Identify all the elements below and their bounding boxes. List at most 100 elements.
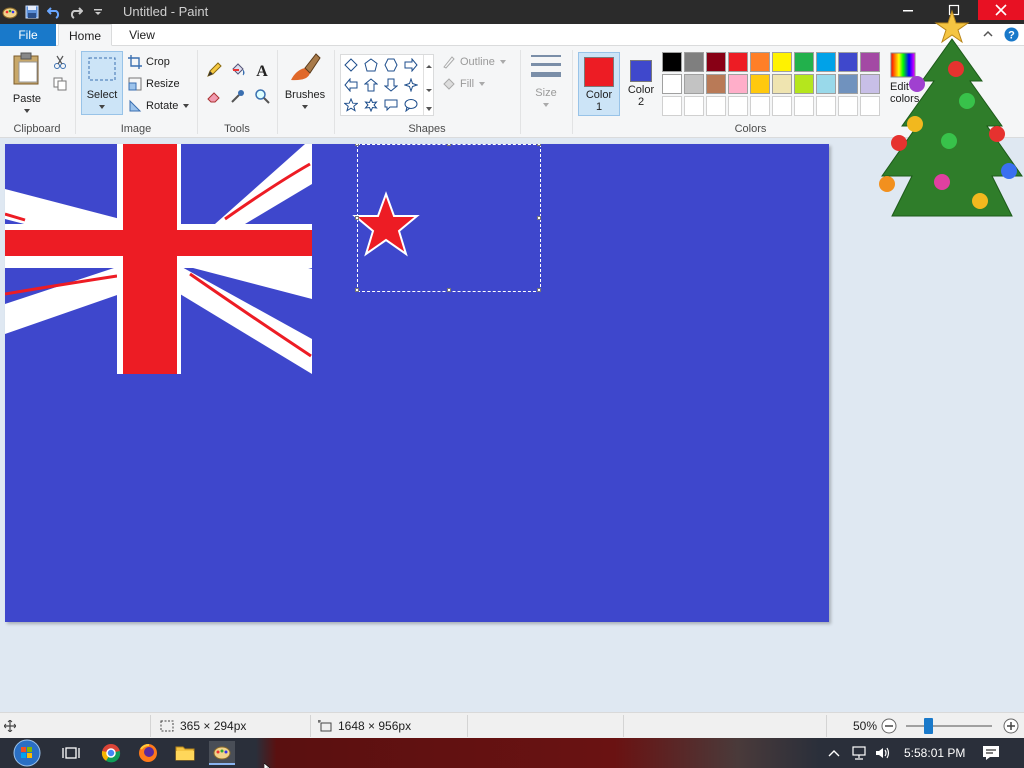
shape-right-arrow-icon[interactable] bbox=[402, 56, 420, 74]
shape-callout-icon[interactable] bbox=[382, 96, 400, 114]
shape-five-point-star-icon[interactable] bbox=[342, 96, 360, 114]
palette-swatch[interactable] bbox=[706, 96, 726, 116]
paste-button[interactable]: Paste bbox=[6, 50, 48, 117]
tab-view[interactable]: View bbox=[118, 24, 166, 46]
file-explorer-taskbar-button[interactable] bbox=[172, 741, 198, 765]
palette-swatch[interactable] bbox=[662, 96, 682, 116]
canvas-workspace[interactable] bbox=[0, 9, 1024, 712]
start-button[interactable] bbox=[10, 739, 44, 767]
rotate-button[interactable]: Rotate bbox=[128, 96, 190, 116]
mouse-cursor-icon bbox=[263, 760, 272, 768]
palette-swatch[interactable] bbox=[750, 96, 770, 116]
selection-handle[interactable] bbox=[355, 288, 359, 292]
zoom-slider-track[interactable] bbox=[906, 725, 992, 727]
palette-swatch[interactable] bbox=[772, 52, 792, 72]
palette-swatch[interactable] bbox=[684, 96, 704, 116]
customize-qat-icon[interactable] bbox=[90, 4, 106, 20]
shape-oval-callout-icon[interactable] bbox=[402, 96, 420, 114]
text-tool-icon[interactable]: A bbox=[252, 60, 272, 80]
shape-hexagon-icon[interactable] bbox=[382, 56, 400, 74]
magnifier-icon[interactable] bbox=[252, 86, 272, 106]
fill-bucket-icon[interactable] bbox=[228, 60, 248, 80]
tab-file[interactable]: File bbox=[0, 24, 56, 46]
fill-button[interactable]: Fill bbox=[442, 74, 486, 94]
show-hidden-icons-button[interactable] bbox=[828, 738, 840, 768]
palette-swatch[interactable] bbox=[794, 96, 814, 116]
chrome-taskbar-button[interactable] bbox=[98, 741, 124, 765]
palette-swatch[interactable] bbox=[772, 74, 792, 94]
select-button[interactable]: Select bbox=[81, 51, 123, 115]
color-picker-icon[interactable] bbox=[228, 86, 248, 106]
palette-swatch[interactable] bbox=[838, 52, 858, 72]
taskbar-clock[interactable]: 5:58:01 PM bbox=[904, 738, 965, 768]
selection-handle[interactable] bbox=[537, 216, 541, 220]
shape-four-point-star-icon[interactable] bbox=[402, 76, 420, 94]
shape-six-point-star-icon[interactable] bbox=[362, 96, 380, 114]
palette-swatch[interactable] bbox=[684, 74, 704, 94]
brushes-button[interactable]: Brushes bbox=[282, 50, 328, 113]
outline-button[interactable]: Outline bbox=[442, 52, 507, 72]
palette-swatch[interactable] bbox=[662, 74, 682, 94]
palette-swatch[interactable] bbox=[684, 52, 704, 72]
zoom-slider-thumb[interactable] bbox=[924, 718, 933, 734]
size-button[interactable]: Size bbox=[526, 50, 566, 111]
palette-swatch[interactable] bbox=[794, 52, 814, 72]
paint-taskbar-button[interactable] bbox=[209, 741, 235, 765]
save-icon[interactable] bbox=[24, 4, 40, 20]
palette-swatch[interactable] bbox=[816, 74, 836, 94]
action-center-icon[interactable] bbox=[982, 738, 1000, 768]
color1-button[interactable]: Color 1 bbox=[578, 52, 620, 116]
size-icon bbox=[531, 55, 561, 77]
zoom-out-button[interactable] bbox=[881, 713, 897, 739]
window-title: Untitled - Paint bbox=[123, 4, 209, 19]
shape-up-arrow-icon[interactable] bbox=[362, 76, 380, 94]
crop-button[interactable]: Crop bbox=[128, 52, 170, 72]
shape-diamond-icon[interactable] bbox=[342, 56, 360, 74]
copy-icon[interactable] bbox=[50, 74, 70, 94]
windows-orb-icon bbox=[13, 739, 41, 767]
selection-handle[interactable] bbox=[447, 288, 451, 292]
selection-handle[interactable] bbox=[355, 144, 359, 146]
zoom-in-button[interactable] bbox=[1003, 713, 1019, 739]
drawing-canvas[interactable] bbox=[5, 144, 829, 622]
palette-swatch[interactable] bbox=[838, 96, 858, 116]
paint-app-icon[interactable] bbox=[2, 4, 18, 20]
palette-swatch[interactable] bbox=[794, 74, 814, 94]
palette-swatch[interactable] bbox=[750, 52, 770, 72]
selection-handle[interactable] bbox=[355, 216, 359, 220]
task-view-button[interactable] bbox=[58, 741, 84, 765]
shape-pentagon-icon[interactable] bbox=[362, 56, 380, 74]
fill-dropdown-icon bbox=[479, 82, 486, 86]
cut-icon[interactable] bbox=[50, 52, 70, 72]
palette-swatch[interactable] bbox=[662, 52, 682, 72]
paste-icon bbox=[13, 52, 39, 85]
svg-text:A: A bbox=[256, 63, 268, 78]
selection-handle[interactable] bbox=[447, 144, 451, 146]
palette-swatch[interactable] bbox=[728, 74, 748, 94]
pencil-icon[interactable] bbox=[204, 60, 224, 80]
palette-swatch[interactable] bbox=[772, 96, 792, 116]
palette-swatch[interactable] bbox=[706, 52, 726, 72]
shape-down-arrow-icon[interactable] bbox=[382, 76, 400, 94]
undo-icon[interactable] bbox=[46, 4, 62, 20]
palette-swatch[interactable] bbox=[816, 52, 836, 72]
firefox-taskbar-button[interactable] bbox=[135, 741, 161, 765]
resize-button[interactable]: Resize bbox=[128, 74, 180, 94]
eraser-icon[interactable] bbox=[204, 86, 224, 106]
network-icon[interactable] bbox=[850, 738, 868, 768]
palette-swatch[interactable] bbox=[816, 96, 836, 116]
palette-swatch[interactable] bbox=[728, 96, 748, 116]
palette-swatch[interactable] bbox=[750, 74, 770, 94]
color2-button[interactable]: Color 2 bbox=[624, 52, 658, 116]
palette-swatch[interactable] bbox=[706, 74, 726, 94]
selection-handle[interactable] bbox=[537, 144, 541, 146]
palette-swatch[interactable] bbox=[838, 74, 858, 94]
selection-rectangle[interactable] bbox=[355, 144, 541, 292]
volume-icon[interactable] bbox=[874, 738, 892, 768]
redo-icon[interactable] bbox=[68, 4, 84, 20]
shapes-scroll[interactable] bbox=[423, 55, 434, 115]
selection-handle[interactable] bbox=[537, 288, 541, 292]
palette-swatch[interactable] bbox=[728, 52, 748, 72]
tab-home[interactable]: Home bbox=[58, 24, 112, 46]
shape-left-arrow-icon[interactable] bbox=[342, 76, 360, 94]
